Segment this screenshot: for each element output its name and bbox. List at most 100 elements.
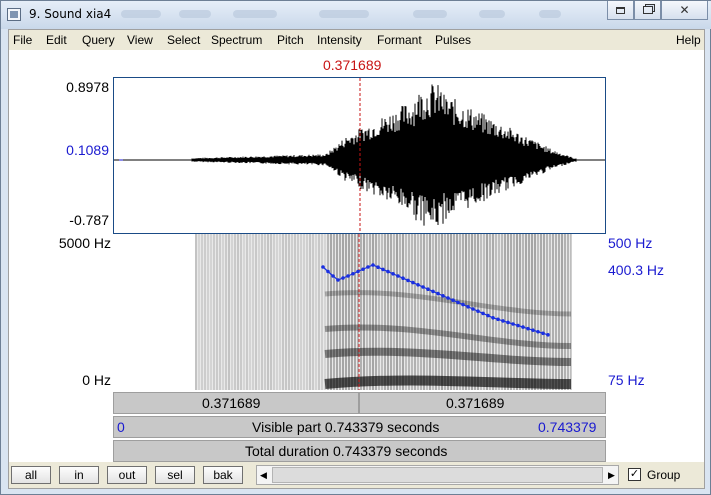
spectrogram-column [489, 234, 491, 390]
pitch-point [491, 316, 495, 320]
spectrogram-column [309, 234, 311, 390]
menu-bar: File Edit Query View Select Spectrum Pit… [9, 30, 704, 50]
spectrogram-column [450, 234, 452, 390]
spectrogram-column [360, 234, 362, 390]
pitch-point [511, 322, 515, 326]
pitch-point [321, 265, 325, 269]
spectrogram-column [378, 234, 380, 390]
spectrogram-column [429, 234, 431, 390]
pitch-point [476, 309, 480, 313]
menu-pitch[interactable]: Pitch [277, 33, 304, 47]
pitch-point [421, 285, 425, 289]
spectrogram-column [363, 234, 365, 390]
spectrogram-column [282, 234, 284, 390]
spectrogram-column [261, 234, 263, 390]
menu-formant[interactable]: Formant [377, 33, 422, 47]
pitch-point [521, 325, 525, 329]
spectrogram-column [504, 234, 506, 390]
pitch-point [461, 302, 465, 307]
pitch-point [431, 289, 435, 294]
time-scrollbar[interactable]: ◀ ▶ [256, 465, 619, 485]
spectrogram-column [222, 234, 224, 390]
spectrogram-column [399, 234, 401, 390]
spectrogram-column [336, 234, 338, 390]
spectrogram-column [372, 234, 374, 390]
pitch-point [451, 298, 455, 302]
spectrogram-column [492, 234, 494, 390]
pitch-point [336, 278, 340, 282]
pitch-point [346, 274, 350, 278]
spectrogram-view[interactable] [113, 234, 606, 390]
spectrogram-column [333, 234, 335, 390]
pitch-point [331, 274, 335, 278]
pitch-axis-top: 500 Hz [608, 235, 653, 251]
scroll-right-arrow-icon[interactable]: ▶ [605, 466, 618, 484]
total-duration-bar[interactable]: Total duration 0.743379 seconds [113, 440, 606, 462]
window-title: 9. Sound xia4 [29, 7, 112, 21]
zoom-back-button[interactable]: bak [203, 466, 243, 484]
menu-query[interactable]: Query [82, 33, 115, 47]
menu-edit[interactable]: Edit [46, 33, 67, 47]
pitch-point [366, 265, 370, 269]
window-controls: ✕ [607, 1, 708, 20]
scroll-left-arrow-icon[interactable]: ◀ [257, 466, 270, 484]
menu-intensity[interactable]: Intensity [317, 33, 362, 47]
spectrogram-column [375, 234, 377, 390]
left-part-duration: 0.371689 [202, 395, 261, 411]
selection-left-bar[interactable]: 0.371689 [113, 392, 359, 414]
menu-file[interactable]: File [13, 33, 32, 47]
pitch-point [326, 269, 330, 274]
title-bar[interactable]: 9. Sound xia4 ✕ [1, 1, 711, 29]
menu-select[interactable]: Select [167, 33, 200, 47]
close-button[interactable]: ✕ [661, 1, 708, 20]
spectrogram-column [468, 234, 470, 390]
blurred-background [539, 10, 561, 18]
pitch-point [541, 331, 545, 336]
spectrogram-column [318, 234, 320, 390]
spectrogram-column [255, 234, 257, 390]
pitch-point [376, 265, 380, 269]
spectrogram-column [369, 234, 371, 390]
pitch-point [486, 313, 490, 318]
visible-part-bar[interactable]: 0 Visible part 0.743379 seconds 0.743379 [113, 416, 606, 438]
spectrogram-column [495, 234, 497, 390]
spectrogram-column [405, 234, 407, 390]
selection-right-bar[interactable]: 0.371689 [359, 392, 606, 414]
spectrogram-column [210, 234, 212, 390]
spectrogram-column [393, 234, 395, 390]
maximize-button[interactable] [634, 1, 661, 20]
spectrogram-column [324, 234, 326, 390]
editor-client-area: File Edit Query View Select Spectrum Pit… [8, 29, 705, 489]
spectrogram-column [426, 234, 428, 390]
menu-pulses[interactable]: Pulses [435, 33, 471, 47]
spectrogram-column [204, 234, 206, 390]
menu-view[interactable]: View [127, 33, 153, 47]
spectrogram-column [501, 234, 503, 390]
spectrogram-column [240, 234, 242, 390]
spectrogram-column [420, 234, 422, 390]
minimize-button[interactable] [607, 1, 634, 20]
menu-help[interactable]: Help [676, 33, 701, 47]
group-checkbox[interactable]: ✓ [628, 468, 641, 481]
waveform-trace [191, 84, 577, 226]
zoom-all-button[interactable]: all [11, 466, 51, 484]
spectrogram-column [327, 234, 329, 390]
menu-spectrum[interactable]: Spectrum [211, 33, 262, 47]
spectrogram-column [276, 234, 278, 390]
waveform-view[interactable] [113, 77, 606, 234]
visible-part-label: Visible part 0.743379 seconds [252, 419, 440, 435]
spectrogram-column [351, 234, 353, 390]
pitch-point [401, 276, 405, 280]
praat-sound-window: 9. Sound xia4 ✕ File Edit Query View Sel… [0, 0, 711, 495]
pitch-point [391, 272, 395, 276]
spectrogram-column [507, 234, 509, 390]
zoom-out-button[interactable]: out [107, 466, 147, 484]
spectrogram-column [228, 234, 230, 390]
zoom-in-button[interactable]: in [59, 466, 99, 484]
sound-editor-panel[interactable]: 0.371689 0.8978 0.1089 -0.787 5000 Hz 0 … [9, 50, 704, 462]
spectrogram-column [231, 234, 233, 390]
spectrogram-column [252, 234, 254, 390]
scrollbar-thumb[interactable] [272, 467, 603, 483]
zoom-selection-button[interactable]: sel [155, 466, 195, 484]
cursor-time-readout: 0.371689 [323, 57, 382, 73]
